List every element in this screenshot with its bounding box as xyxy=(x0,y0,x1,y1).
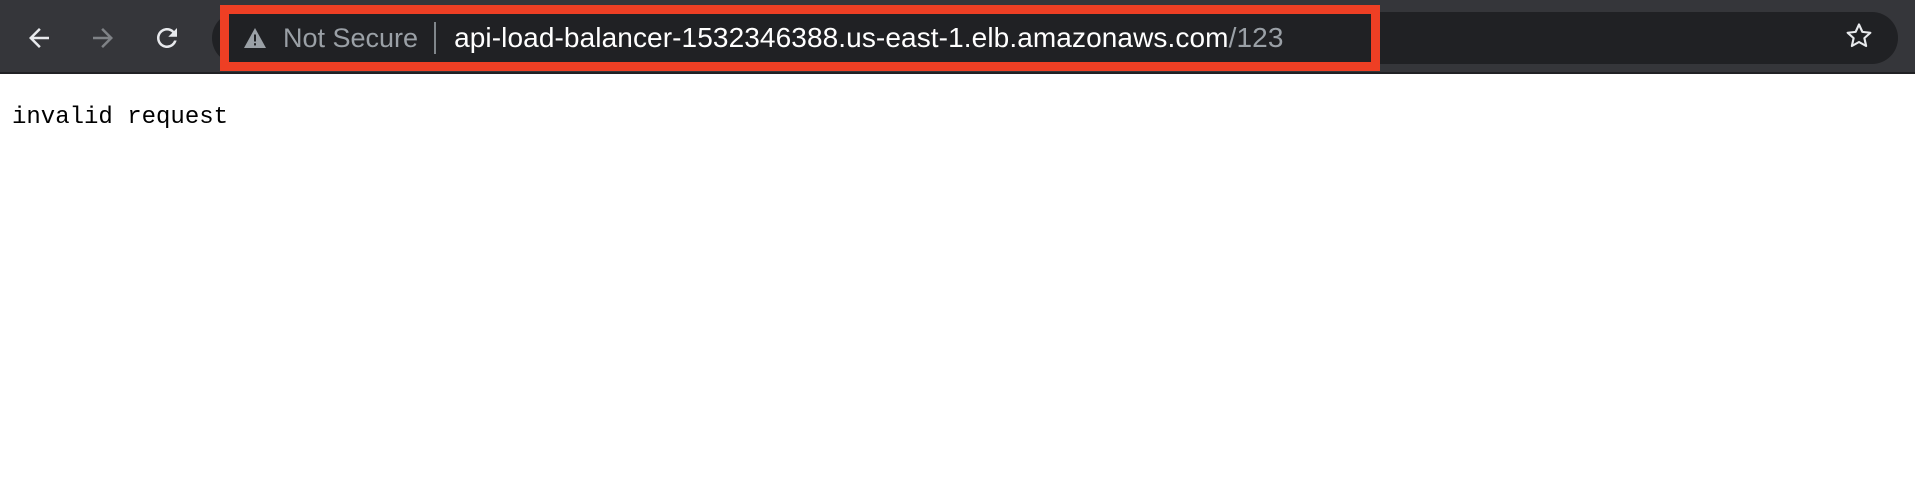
back-button[interactable] xyxy=(18,17,60,59)
reload-icon xyxy=(152,23,182,53)
omnibox-divider xyxy=(434,22,437,54)
reload-button[interactable] xyxy=(146,17,188,59)
arrow-right-icon xyxy=(88,23,118,53)
browser-toolbar: Not Secure api-load-balancer-1532346388.… xyxy=(0,0,1915,74)
security-status-label[interactable]: Not Secure xyxy=(283,23,418,54)
forward-button[interactable] xyxy=(82,17,124,59)
browser-window: Not Secure api-load-balancer-1532346388.… xyxy=(0,0,1915,481)
page-content: invalid request xyxy=(0,76,1915,481)
address-bar-highlight[interactable]: Not Secure api-load-balancer-1532346388.… xyxy=(220,5,1380,71)
url-path: /123 xyxy=(1228,22,1284,53)
star-icon xyxy=(1844,21,1874,56)
url-text[interactable]: api-load-balancer-1532346388.us-east-1.e… xyxy=(454,22,1283,54)
arrow-left-icon xyxy=(24,23,54,53)
warning-triangle-icon[interactable] xyxy=(243,27,267,49)
url-host: api-load-balancer-1532346388.us-east-1.e… xyxy=(454,22,1229,53)
response-body-text: invalid request xyxy=(12,104,229,131)
bookmark-button[interactable] xyxy=(1838,17,1880,59)
